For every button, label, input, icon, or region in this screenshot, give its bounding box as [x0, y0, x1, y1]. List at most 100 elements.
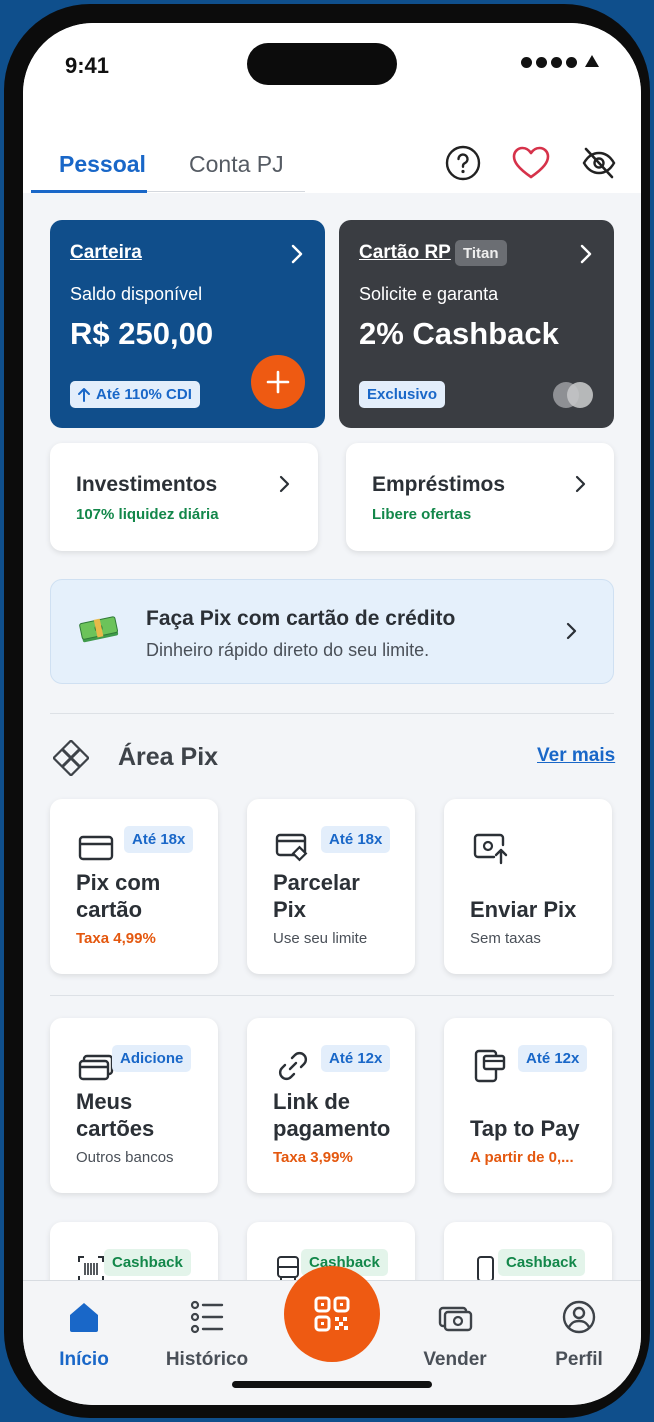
credit-card-title[interactable]: Cartão RP: [359, 242, 451, 264]
tile-badge: Até 18x: [321, 826, 391, 853]
tile-link-de-pagamento[interactable]: Até 12x Link de pagamento Taxa 3,99%: [247, 1018, 415, 1193]
credit-card-offer[interactable]: Cartão RP Titan Solicite e garanta 2% Ca…: [339, 220, 614, 428]
tile-title: Enviar Pix: [470, 897, 577, 922]
tile-badge: Até 12x: [321, 1045, 391, 1072]
tile-badge: Até 18x: [124, 826, 194, 853]
tile-meus-cartoes[interactable]: Adicione Meus cartões Outros bancos: [50, 1018, 218, 1193]
credit-card-icon: [76, 827, 116, 867]
investments-card[interactable]: Investimentos 107% liquidez diária: [50, 443, 318, 551]
loans-card[interactable]: Empréstimos Libere ofertas: [346, 443, 614, 551]
tile-subtitle: Outros bancos: [76, 1149, 174, 1166]
investments-title: Investimentos: [76, 473, 218, 496]
tile-subtitle: Sem taxas: [470, 930, 541, 947]
help-circle-icon[interactable]: [443, 143, 483, 183]
promo-title: Faça Pix com cartão de crédito: [146, 607, 456, 630]
chevron-right-icon: [566, 622, 577, 645]
cashback-badge: Cashback: [104, 1249, 191, 1276]
wallet-money-icon: [400, 1297, 510, 1337]
tab-conta-pj[interactable]: Conta PJ: [189, 151, 284, 178]
send-money-icon: [470, 827, 510, 867]
chevron-right-icon: [291, 244, 303, 269]
dynamic-island: [247, 43, 397, 85]
tile-subtitle: A partir de 0,...: [470, 1149, 574, 1166]
tier-badge: Titan: [455, 240, 507, 266]
cashback-headline: 2% Cashback: [359, 316, 559, 351]
nav-label: Vender: [423, 1349, 487, 1370]
eye-off-icon[interactable]: [579, 143, 619, 183]
credit-card-subtitle: Solicite e garanta: [359, 284, 499, 304]
investments-subtitle: 107% liquidez diária: [76, 506, 219, 523]
tile-pix-com-cartao[interactable]: Até 18x Pix com cartão Taxa 4,99%: [50, 799, 218, 974]
cashback-badge: Cashback: [498, 1249, 585, 1276]
nav-perfil[interactable]: Perfil: [524, 1297, 634, 1371]
tap-phone-icon: [470, 1046, 510, 1086]
arrow-up-icon: [78, 387, 90, 402]
qr-code-icon: [314, 1296, 350, 1332]
tab-pessoal[interactable]: Pessoal: [59, 151, 146, 178]
chevron-right-icon: [575, 475, 586, 498]
wallet-title[interactable]: Carteira: [70, 242, 142, 264]
pix-logo-icon: [52, 739, 90, 781]
active-tab-indicator: [31, 190, 147, 193]
tile-title: Link de: [273, 1089, 351, 1114]
tile-subtitle: Taxa 4,99%: [76, 930, 156, 947]
add-funds-button[interactable]: [251, 355, 305, 409]
section-divider: [50, 713, 614, 714]
wallet-card[interactable]: Carteira Saldo disponível R$ 250,00 Até …: [50, 220, 325, 428]
tile-title: cartão: [76, 897, 143, 922]
loans-title: Empréstimos: [372, 473, 506, 496]
tile-title: Pix: [273, 897, 307, 922]
home-icon: [29, 1297, 139, 1337]
tile-subtitle: Use seu limite: [273, 930, 368, 947]
money-stack-icon: [78, 614, 120, 651]
nav-label: Histórico: [165, 1349, 249, 1370]
tile-tap-to-pay[interactable]: Até 12x Tap to Pay A partir de 0,...: [444, 1018, 612, 1193]
loans-subtitle: Libere ofertas: [372, 506, 472, 523]
wallet-subtitle: Saldo disponível: [70, 284, 203, 304]
tile-subtitle: Taxa 3,99%: [273, 1149, 353, 1166]
tile-enviar-pix[interactable]: Enviar Pix Sem taxas: [444, 799, 612, 974]
nav-historico[interactable]: Histórico: [152, 1297, 262, 1371]
wifi-icon: [585, 55, 599, 67]
chevron-right-icon: [580, 244, 592, 269]
link-icon: [273, 1046, 313, 1086]
tile-title: Meus: [76, 1089, 133, 1114]
heart-icon[interactable]: [511, 143, 551, 183]
chevron-right-icon: [279, 475, 290, 498]
tile-parcelar-pix[interactable]: Até 18x Parcelar Pix Use seu limite: [247, 799, 415, 974]
see-more-link[interactable]: Ver mais: [537, 745, 615, 767]
plus-icon: [266, 370, 290, 394]
nav-inicio[interactable]: Início: [29, 1297, 139, 1371]
tile-title: pagamento: [273, 1116, 391, 1141]
mastercard-logo-icon: [553, 382, 595, 408]
list-icon: [152, 1297, 262, 1337]
promo-subtitle: Dinheiro rápido direto do seu limite.: [146, 640, 430, 660]
nav-label: Perfil: [555, 1349, 603, 1370]
tile-title: cartões: [76, 1116, 155, 1141]
tile-title: Pix com: [76, 870, 161, 895]
tile-title: Tap to Pay: [470, 1116, 580, 1141]
card-pix-icon: [273, 827, 313, 867]
qr-code-button[interactable]: [284, 1266, 380, 1362]
user-circle-icon: [524, 1297, 634, 1337]
cards-stack-icon: [76, 1046, 116, 1086]
signal-icon: [521, 57, 577, 68]
exclusive-badge: Exclusivo: [359, 381, 446, 408]
tile-badge: Adicione: [112, 1045, 192, 1072]
status-bar: 9:41: [23, 23, 641, 113]
home-indicator: [232, 1381, 432, 1388]
wallet-balance: R$ 250,00: [70, 316, 214, 351]
cdi-badge-label: Até 110% CDI: [96, 386, 192, 403]
pix-credit-promo-banner[interactable]: Faça Pix com cartão de crédito Dinheiro …: [50, 579, 614, 684]
section-divider: [50, 995, 614, 996]
app-screen: 9:41 Pessoal Conta PJ Carteira Saldo dis…: [23, 23, 641, 1405]
nav-label: Início: [59, 1349, 109, 1370]
tile-title: Parcelar: [273, 870, 360, 895]
cdi-badge: Até 110% CDI: [70, 381, 200, 408]
top-bar: Pessoal Conta PJ: [23, 113, 641, 193]
tile-badge: Até 12x: [518, 1045, 588, 1072]
pix-section-title: Área Pix: [118, 743, 219, 771]
status-time: 9:41: [65, 53, 110, 78]
nav-vender[interactable]: Vender: [400, 1297, 510, 1371]
phone-frame: 9:41 Pessoal Conta PJ Carteira Saldo dis…: [4, 4, 650, 1418]
